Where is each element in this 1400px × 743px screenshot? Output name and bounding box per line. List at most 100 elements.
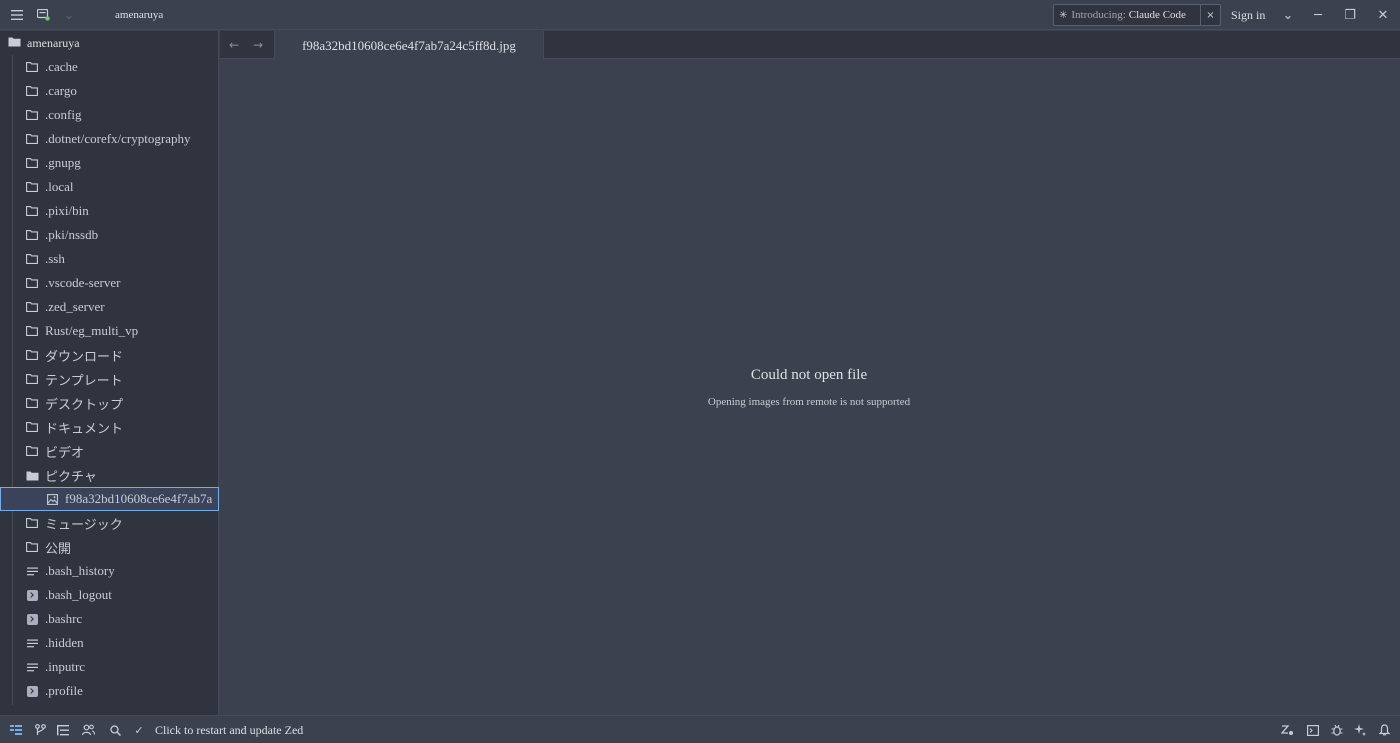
- editor-pane: Could not open file Opening images from …: [220, 60, 1400, 715]
- tree-item-label: .ssh: [45, 251, 65, 266]
- folder-icon: [25, 518, 39, 528]
- menu-icon[interactable]: [8, 0, 26, 30]
- tree-item-label: ダウンロード: [45, 348, 124, 364]
- tree-item-label: ミュージック: [45, 516, 123, 532]
- folder-icon: [25, 158, 39, 168]
- tree-folder-item[interactable]: デスクトップ: [0, 391, 219, 415]
- error-message: Opening images from remote is not suppor…: [707, 396, 911, 408]
- folder-icon: [25, 134, 39, 144]
- tree-folder-item[interactable]: .cargo: [0, 79, 219, 103]
- folder-icon: [25, 206, 39, 216]
- tree-item-label: .gnupg: [45, 155, 81, 170]
- tree-file-item[interactable]: .bashrc: [0, 607, 219, 631]
- tree-item-label: Rust/eg_multi_vp: [45, 323, 139, 338]
- notification-bell-icon[interactable]: [1374, 716, 1394, 743]
- git-branch-icon[interactable]: [30, 716, 50, 743]
- project-panel: amenaruya .cache .cargo .config .dotnet/cor…: [0, 31, 219, 715]
- tree-item-label: .profile: [45, 683, 83, 698]
- tree-folder-item[interactable]: ドキュメント: [0, 415, 219, 439]
- tree-file-item[interactable]: .profile: [0, 679, 219, 703]
- tree-item-label: .pki/nssdb: [45, 227, 99, 242]
- project-name[interactable]: amenaruya: [115, 0, 163, 30]
- tree-folder-item[interactable]: .ssh: [0, 247, 219, 271]
- tree-folder-item[interactable]: ダウンロード: [0, 343, 219, 367]
- tree-item-label: .zed_server: [45, 299, 105, 314]
- debug-icon[interactable]: [1327, 716, 1347, 743]
- tree-item-label: .dotnet/corefx/cryptography: [45, 131, 191, 146]
- folder-icon: [25, 398, 39, 408]
- tree-file-item[interactable]: .hidden: [0, 631, 219, 655]
- tree-folder-item[interactable]: .local: [0, 175, 219, 199]
- project-panel-icon[interactable]: [6, 716, 26, 743]
- tree-folder-item[interactable]: 公開: [0, 535, 219, 559]
- remote-server-icon[interactable]: [34, 0, 52, 30]
- folder-icon: [25, 110, 39, 120]
- tree-file-item[interactable]: .bash_history: [0, 559, 219, 583]
- search-icon[interactable]: [105, 716, 125, 743]
- tree-folder-item[interactable]: ミュージック: [0, 511, 219, 535]
- chevron-down-icon[interactable]: ⌄: [62, 0, 76, 30]
- terminal-file-icon: [25, 613, 39, 625]
- tree-folder-item[interactable]: .pki/nssdb: [0, 223, 219, 247]
- tree-item-label: .pixi/bin: [45, 203, 89, 218]
- terminal-panel-icon[interactable]: [1303, 716, 1323, 743]
- folder-icon: [25, 446, 39, 456]
- tree-folder-item[interactable]: .pixi/bin: [0, 199, 219, 223]
- project-root[interactable]: amenaruya: [0, 31, 219, 55]
- forward-arrow-icon[interactable]: →: [246, 31, 270, 59]
- tree-file-item[interactable]: .inputrc: [0, 655, 219, 679]
- claude-code-banner[interactable]: ✳ Introducing: Claude Code ×: [1053, 4, 1221, 26]
- folder-open-icon: [25, 470, 39, 481]
- close-icon[interactable]: ×: [1200, 5, 1220, 25]
- tree-folder-item[interactable]: ビデオ: [0, 439, 219, 463]
- tree-item-label: f98a32bd10608ce6e4f7ab7a: [65, 491, 213, 506]
- restore-icon[interactable]: ❐: [1340, 0, 1360, 30]
- folder-icon: [25, 182, 39, 192]
- tree-folder-item[interactable]: .dotnet/corefx/cryptography: [0, 127, 219, 151]
- folder-icon: [25, 62, 39, 72]
- folder-icon: [25, 254, 39, 264]
- ai-assistant-icon[interactable]: [1277, 716, 1297, 743]
- error-title: Could not open file: [750, 367, 868, 383]
- tree-folder-item[interactable]: Rust/eg_multi_vp: [0, 319, 219, 343]
- tree-item-label: ビデオ: [45, 444, 85, 460]
- outline-icon[interactable]: [53, 716, 73, 743]
- tree-folder-item[interactable]: .cache: [0, 55, 219, 79]
- tree-file-item[interactable]: .bash_logout: [0, 583, 219, 607]
- tree-item-label: .cargo: [45, 83, 77, 98]
- terminal-file-icon: [25, 589, 39, 601]
- sparkle-icon[interactable]: [1350, 716, 1370, 743]
- tree-folder-item[interactable]: .vscode-server: [0, 271, 219, 295]
- back-arrow-icon[interactable]: ←: [222, 31, 246, 59]
- tree-file-item[interactable]: f98a32bd10608ce6e4f7ab7a: [0, 487, 219, 511]
- tree-folder-item[interactable]: ピクチャ: [0, 463, 219, 487]
- update-notification[interactable]: Click to restart and update Zed: [155, 716, 303, 743]
- text-file-icon: [25, 567, 39, 576]
- close-window-icon[interactable]: ✕: [1373, 0, 1393, 30]
- tree-item-label: .local: [45, 179, 74, 194]
- text-file-icon: [25, 663, 39, 672]
- tree-item-label: .bash_history: [45, 563, 115, 578]
- banner-title: Claude Code: [1128, 9, 1186, 21]
- status-bar: ✓ Click to restart and update Zed: [0, 715, 1400, 743]
- tree-item-label: ドキュメント: [45, 420, 124, 436]
- text-file-icon: [25, 639, 39, 648]
- tab-active-file[interactable]: f98a32bd10608ce6e4f7ab7a24c5ff8d.jpg: [274, 31, 544, 60]
- folder-icon: [25, 278, 39, 288]
- sign-in-button[interactable]: Sign in: [1231, 0, 1265, 30]
- tree-item-label: テンプレート: [45, 372, 123, 388]
- tree-folder-item[interactable]: テンプレート: [0, 367, 219, 391]
- tree-item-label: .inputrc: [45, 659, 86, 674]
- collab-icon[interactable]: [78, 716, 98, 743]
- folder-open-icon: [8, 36, 21, 50]
- tree-folder-item[interactable]: .zed_server: [0, 295, 219, 319]
- minimize-icon[interactable]: ─: [1308, 0, 1328, 30]
- tree-folder-item[interactable]: .config: [0, 103, 219, 127]
- folder-icon: [25, 302, 39, 312]
- banner-prefix: Introducing:: [1071, 9, 1126, 21]
- chevron-down-icon[interactable]: ⌄: [1281, 0, 1295, 30]
- terminal-file-icon: [25, 685, 39, 697]
- project-root-label: amenaruya: [27, 35, 80, 50]
- tree-folder-item[interactable]: .gnupg: [0, 151, 219, 175]
- spark-icon: ✳: [1059, 9, 1068, 21]
